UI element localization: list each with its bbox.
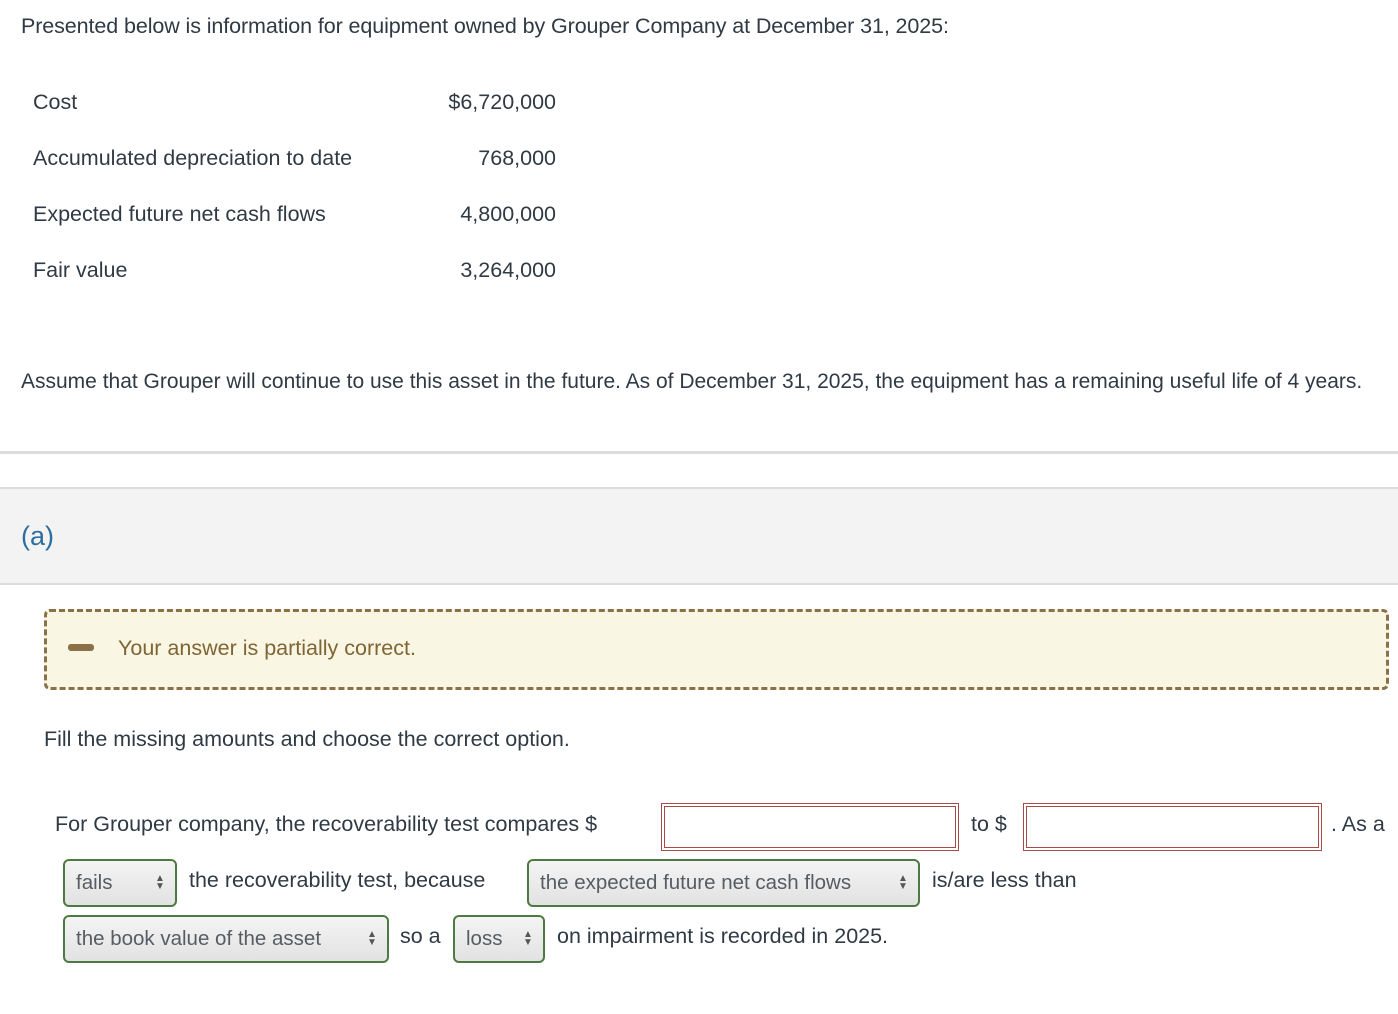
gain-loss-select[interactable]: loss ▲ ▼ (453, 915, 545, 963)
amount-input-2[interactable] (1023, 803, 1322, 851)
comparison-item-select-value: the expected future net cash flows (540, 871, 852, 894)
compared-to-select[interactable]: the book value of the asset ▲ ▼ (63, 915, 389, 963)
row-label-expected-cash-flows: Expected future net cash flows (33, 202, 326, 226)
pass-fail-select[interactable]: fails ▲ ▼ (63, 859, 177, 907)
row-value-expected-cash-flows: 4,800,000 (460, 202, 556, 226)
row-label-accumulated-depreciation: Accumulated depreciation to date (33, 146, 353, 170)
question-text-1: For Grouper company, the recoverability … (55, 812, 598, 836)
instructions: Fill the missing amounts and choose the … (44, 727, 570, 751)
part-header (0, 487, 1398, 585)
question-text-5: is/are less than (932, 868, 1077, 892)
question-text-3: . As a (1331, 812, 1385, 836)
select-arrows-icon: ▲ ▼ (898, 873, 908, 892)
part-label: (a) (21, 521, 54, 551)
row-value-accumulated-depreciation: 768,000 (478, 146, 556, 170)
select-arrows-icon: ▲ ▼ (155, 873, 165, 892)
minus-icon (68, 644, 94, 651)
question-text-4: the recoverability test, because (189, 868, 486, 892)
pass-fail-select-value: fails (76, 871, 113, 894)
comparison-item-select[interactable]: the expected future net cash flows ▲ ▼ (527, 859, 920, 907)
select-arrows-icon: ▲ ▼ (367, 929, 377, 948)
problem-intro: Presented below is information for equip… (21, 14, 949, 38)
row-label-cost: Cost (33, 90, 78, 114)
row-label-fair-value: Fair value (33, 258, 128, 282)
divider (0, 451, 1398, 454)
feedback-text: Your answer is partially correct. (118, 636, 416, 660)
row-value-cost: $6,720,000 (448, 90, 556, 114)
question-text-7: on impairment is recorded in 2025. (557, 924, 889, 948)
amount-input-1[interactable] (661, 803, 959, 851)
select-arrows-icon: ▲ ▼ (523, 929, 533, 948)
assumption-text: Assume that Grouper will continue to use… (21, 370, 1363, 393)
question-text-2: to $ (971, 812, 1007, 836)
row-value-fair-value: 3,264,000 (460, 258, 556, 282)
compared-to-select-value: the book value of the asset (76, 927, 322, 950)
question-text-6: so a (400, 924, 441, 948)
gain-loss-select-value: loss (466, 927, 503, 950)
